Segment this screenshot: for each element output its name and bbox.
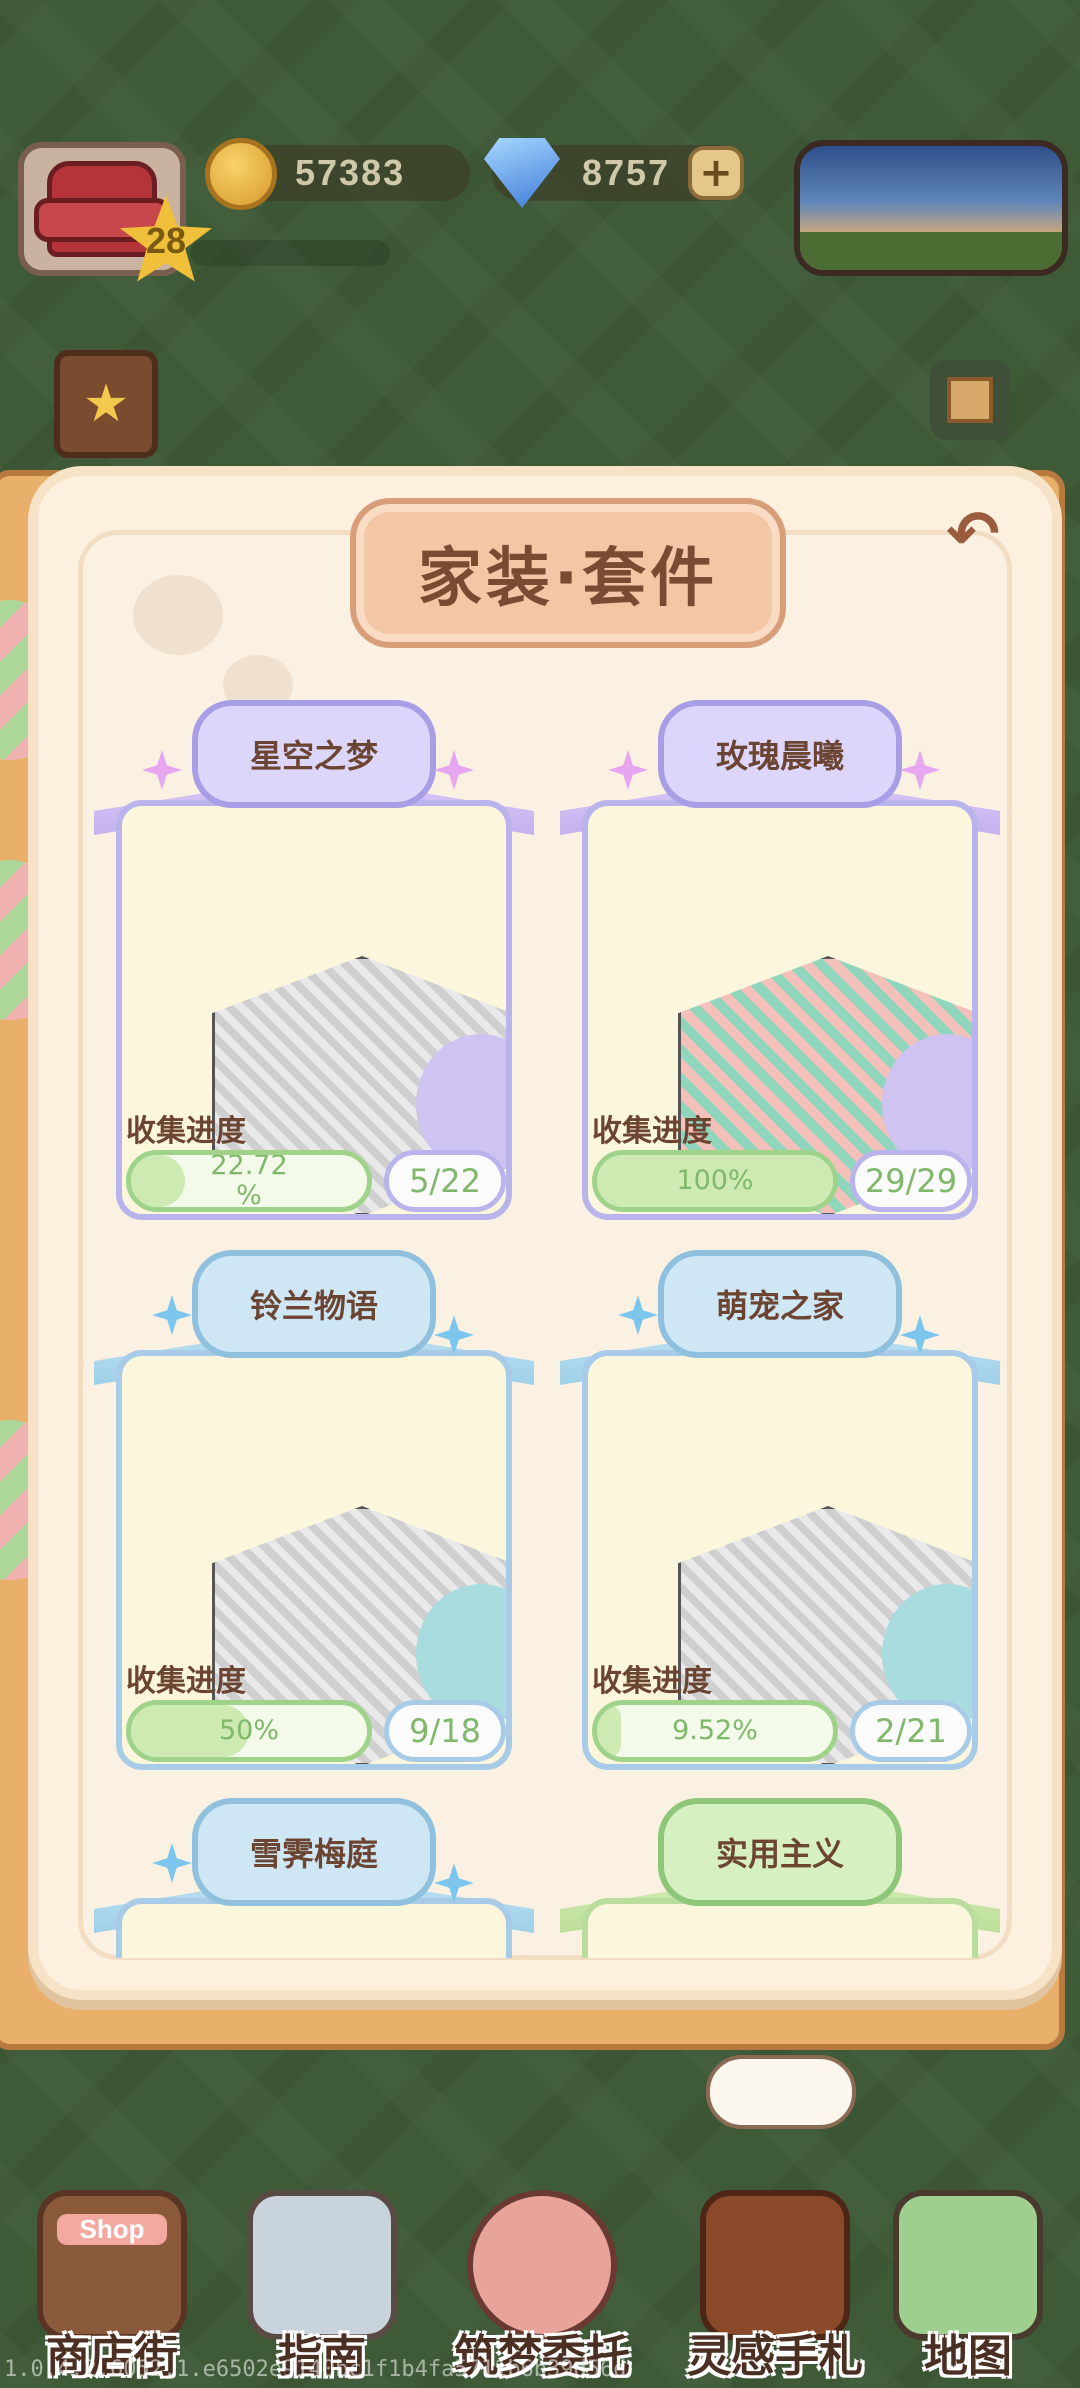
xp-bar — [190, 240, 390, 266]
progress-bar: 50% — [126, 1700, 372, 1762]
suite-name: 雪霁梅庭 — [249, 1835, 378, 1873]
suite-name: 玫瑰晨曦 — [715, 737, 844, 775]
map-icon — [893, 2190, 1043, 2340]
nav-inspiration-notes[interactable]: 灵感手札 — [665, 2180, 885, 2388]
panel-title: 家装·套件 — [417, 542, 719, 616]
collect-count: 29/29 — [850, 1150, 972, 1212]
progress-percent: 9.52% — [672, 1715, 758, 1747]
progress-bar: 9.52% — [592, 1700, 838, 1762]
sparkle-icon — [142, 750, 182, 790]
sparkle-icon — [152, 1843, 192, 1883]
nav-map[interactable]: 地图 — [868, 2180, 1068, 2388]
suite-name-plate: 萌宠之家 — [658, 1250, 902, 1358]
progress-percent: 22.72 % — [210, 1150, 288, 1211]
sparkle-icon — [608, 750, 648, 790]
star-icon: ★ — [82, 374, 130, 434]
suite-card-rose-dawn[interactable]: 玫瑰晨曦 收集进度 100% 29/29 — [560, 700, 1000, 1230]
progress-bar: 22.72 % — [126, 1150, 372, 1212]
suite-name: 实用主义 — [715, 1835, 844, 1873]
storage-box-button[interactable] — [930, 360, 1010, 440]
scene-thumbnail[interactable] — [794, 140, 1068, 276]
box-icon — [947, 377, 993, 423]
collect-count: 5/22 — [384, 1150, 506, 1212]
plus-icon: + — [699, 150, 733, 196]
suite-name: 萌宠之家 — [715, 1287, 844, 1325]
coin-icon — [205, 138, 277, 210]
sparkle-icon — [900, 750, 940, 790]
suite-name: 星空之梦 — [249, 737, 378, 775]
suite-card-practical[interactable]: 实用主义 — [560, 1798, 1000, 1958]
suite-card-snow-plum[interactable]: 雪霁梅庭 — [94, 1798, 534, 1958]
suite-name-plate: 星空之梦 — [192, 700, 436, 808]
collect-count: 9/18 — [384, 1700, 506, 1762]
coin-value: 57383 — [295, 152, 406, 193]
suite-name: 铃兰物语 — [249, 1287, 378, 1325]
bone-decoration — [706, 2055, 856, 2129]
suite-card-pet-home[interactable]: 萌宠之家 收集进度 9.52% 2/21 — [560, 1250, 1000, 1780]
suite-name-plate: 铃兰物语 — [192, 1250, 436, 1358]
collect-progress-label: 收集进度 — [126, 1664, 246, 1699]
paw-decoration — [133, 575, 223, 655]
suite-name-plate: 实用主义 — [658, 1798, 902, 1906]
sparkle-icon — [152, 1295, 192, 1335]
suite-name-plate: 雪霁梅庭 — [192, 1798, 436, 1906]
collect-progress-label: 收集进度 — [592, 1114, 712, 1149]
panel-title-plate: 家装·套件 — [350, 498, 786, 648]
suite-card-lily-tale[interactable]: 铃兰物语 收集进度 50% 9/18 — [94, 1250, 534, 1780]
collect-progress-label: 收集进度 — [592, 1664, 712, 1699]
notebook-icon — [700, 2190, 850, 2340]
collect-progress-label: 收集进度 — [126, 1114, 246, 1149]
sparkle-icon — [618, 1295, 658, 1335]
card-frame — [582, 1898, 978, 1958]
guide-icon — [247, 2190, 397, 2340]
nav-label: 地图 — [924, 2331, 1012, 2382]
progress-bar: 100% — [592, 1150, 838, 1212]
suite-card-starry-dream[interactable]: 星空之梦 收集进度 22.72 % 5/22 — [94, 700, 534, 1230]
sparkle-icon — [434, 750, 474, 790]
gem-value: 8757 — [582, 152, 671, 193]
progress-percent: 100% — [676, 1165, 754, 1197]
commission-icon — [467, 2190, 617, 2340]
collection-book-button[interactable]: ★ — [54, 350, 158, 458]
back-button[interactable]: ↶ — [938, 498, 1008, 572]
nav-label: 灵感手札 — [687, 2331, 863, 2382]
progress-percent: 50% — [218, 1715, 279, 1747]
back-arrow-icon: ↶ — [946, 498, 1000, 572]
card-frame — [116, 1898, 512, 1958]
collect-count: 2/21 — [850, 1700, 972, 1762]
shop-icon: Shop — [37, 2190, 187, 2340]
suite-name-plate: 玫瑰晨曦 — [658, 700, 902, 808]
version-string: 1.0.4.2.6052.1.e6502e9140bc1f1b4fa5711b6… — [4, 2357, 627, 2382]
shop-sign: Shop — [57, 2214, 167, 2245]
add-gems-button[interactable]: + — [688, 146, 744, 200]
